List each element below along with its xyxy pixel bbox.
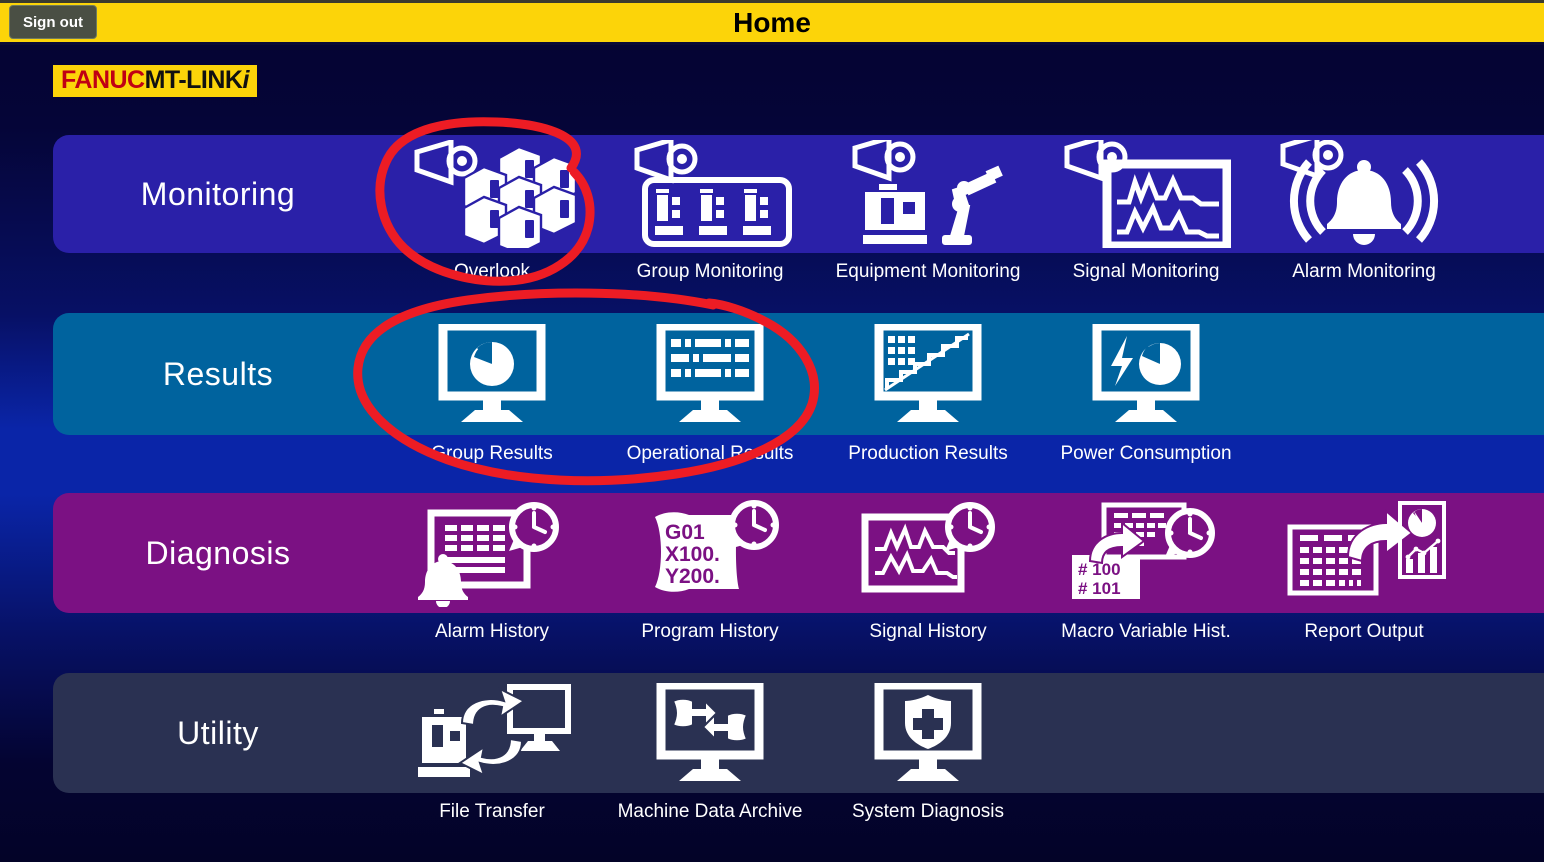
tile-overlook[interactable]: Overlook [383,135,601,282]
category-label-monitoring: Monitoring [140,175,296,212]
category-row-utility: Utility File Transfer Machine Data Archi… [53,673,1544,822]
tile-label: Operational Results [626,443,794,464]
category-label-diagnosis: Diagnosis [145,534,291,571]
eye-machines-icon [383,135,601,253]
logo-brand-text: FANUC [61,66,145,94]
gcode-line-3: Y200. [665,565,720,588]
tile-file-transfer[interactable]: File Transfer [383,673,601,822]
tile-signal-history[interactable]: Signal History [819,493,1037,642]
monitor-bolt-pie-icon [1037,313,1255,435]
tile-label: Machine Data Archive [617,801,803,822]
tile-group-results: Group Results Operational Results Produc… [383,313,1255,464]
monitor-data-exchange-icon [601,673,819,793]
tile-label: Equipment Monitoring [835,261,1021,282]
table-to-report-icon [1255,493,1473,613]
tile-machine-data-archive[interactable]: Machine Data Archive [601,673,819,822]
tile-alarm-monitoring[interactable]: Alarm Monitoring [1255,135,1473,282]
tile-label: Signal History [869,621,987,642]
gcode-paper-clock-icon: G01 X100. Y200. [601,493,819,613]
category-row-diagnosis: Diagnosis Alarm History G01 X100. Y200. … [53,493,1544,642]
tile-label: Signal Monitoring [1072,261,1220,282]
category-label-utility: Utility [177,714,259,751]
machine-pc-sync-icon [383,673,601,793]
tile-operational-results[interactable]: Operational Results [601,313,819,464]
monitor-table-icon [601,313,819,435]
tile-group-results[interactable]: Group Results [383,313,601,464]
macro-line-2: # 101 [1078,579,1121,598]
tile-label: Production Results [848,443,1008,464]
tile-label: Power Consumption [1060,443,1232,464]
tile-group-monitoring: Overlook Group Monitoring Equipment Moni… [383,135,1473,282]
eye-waveform-screen-icon [1037,135,1255,253]
tile-label: Group Monitoring [636,261,784,282]
tile-group-monitoring[interactable]: Group Monitoring [601,135,819,282]
tile-alarm-history[interactable]: Alarm History [383,493,601,642]
tile-label: Macro Variable Hist. [1061,621,1231,642]
tile-label: Report Output [1304,621,1424,642]
logo-suffix-text: i [242,66,249,94]
category-row-results: Results Group Results Operational Result… [53,313,1544,464]
app-root: Home Sign out FANUCMT-LINKi Monitoring O… [0,0,1544,862]
macro-variable-clock-icon: # 100 # 101 [1037,493,1255,613]
tile-label: Alarm Monitoring [1292,261,1436,282]
fanuc-mtlinki-logo: FANUCMT-LINKi [53,65,257,97]
tile-group-diagnosis: Alarm History G01 X100. Y200. Program Hi… [383,493,1473,642]
category-row-monitoring: Monitoring Overlook Group Monitoring Equ… [53,135,1544,282]
tile-equipment-monitoring[interactable]: Equipment Monitoring [819,135,1037,282]
tile-macro-variable-history[interactable]: # 100 # 101 Macro Variable Hist. [1037,493,1255,642]
tile-label: Program History [641,621,779,642]
eye-machine-group-icon [601,135,819,253]
tile-program-history[interactable]: G01 X100. Y200. Program History [601,493,819,642]
tile-label: Group Results [431,443,553,464]
tile-power-consumption[interactable]: Power Consumption [1037,313,1255,464]
tile-label: Overlook [453,261,531,282]
top-header-bar: Home [0,0,1544,45]
monitor-pie-chart-icon [383,313,601,435]
monitor-stair-chart-icon [819,313,1037,435]
gcode-line-2: X100. [665,543,720,566]
gcode-line-1: G01 [665,521,705,544]
waveform-clock-icon [819,493,1037,613]
category-label-results: Results [162,355,274,392]
tile-label: System Diagnosis [851,801,1005,822]
page-title: Home [733,6,811,38]
tile-signal-monitoring[interactable]: Signal Monitoring [1037,135,1255,282]
bell-table-clock-icon [383,493,601,613]
eye-machine-robot-icon [819,135,1037,253]
tile-label: File Transfer [439,801,545,822]
eye-ringing-bell-icon [1255,135,1473,253]
sign-out-button[interactable]: Sign out [9,5,97,39]
tile-label: Alarm History [434,621,549,642]
tile-system-diagnosis[interactable]: System Diagnosis [819,673,1037,822]
logo-product-text: MT-LINK [144,66,243,94]
tile-group-utility: File Transfer Machine Data Archive Syste… [383,673,1037,822]
monitor-shield-plus-icon [819,673,1037,793]
tile-production-results[interactable]: Production Results [819,313,1037,464]
tile-report-output[interactable]: Report Output [1255,493,1473,642]
